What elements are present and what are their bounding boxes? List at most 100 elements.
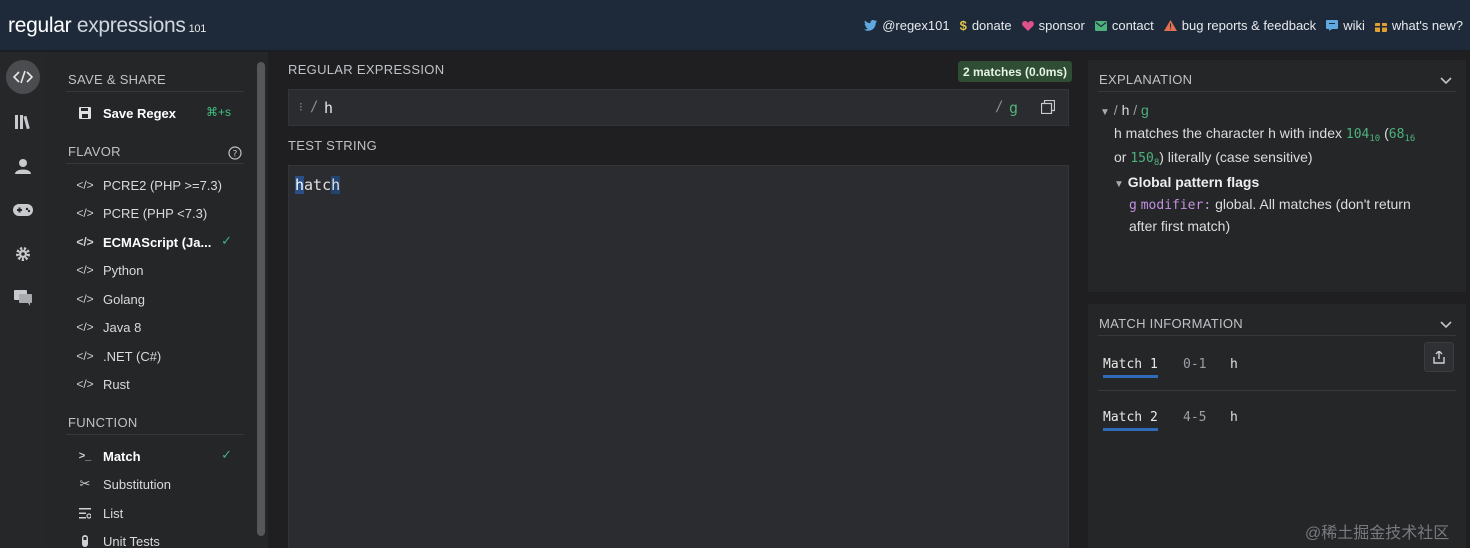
- function-match[interactable]: >_ Match: [76, 445, 141, 467]
- function-unit-tests[interactable]: Unit Tests: [76, 530, 160, 548]
- test-string-input[interactable]: hatch: [288, 165, 1069, 548]
- library-icon: [15, 115, 30, 130]
- nav-bug-reports[interactable]: bug reports & feedback: [1163, 18, 1317, 33]
- match-label: Match 1: [1103, 357, 1158, 378]
- function-list[interactable]: List: [76, 502, 123, 524]
- match-value: h: [1230, 357, 1238, 372]
- code-icon: </>: [76, 235, 94, 249]
- book-icon: [1326, 20, 1339, 31]
- nav-wiki[interactable]: wiki: [1326, 18, 1365, 33]
- flavor-label: .NET (C#): [103, 348, 162, 364]
- regex-value[interactable]: h: [324, 99, 333, 117]
- flavor-pcre2[interactable]: </> PCRE2 (PHP >=7.3): [76, 174, 222, 196]
- copy-icon[interactable]: [1040, 99, 1057, 116]
- flavor-java[interactable]: </> Java 8: [76, 316, 141, 338]
- left-panel-scrollbar[interactable]: [257, 62, 265, 536]
- index-base: 16: [1404, 134, 1416, 144]
- rail-chat-button[interactable]: [6, 281, 40, 315]
- nav-sponsor[interactable]: sponsor: [1021, 18, 1085, 33]
- svg-text:?: ?: [233, 150, 238, 160]
- gift-icon: [1374, 22, 1387, 32]
- rail-editor-button[interactable]: [6, 60, 40, 94]
- list-icon: [76, 507, 94, 519]
- flag-modifier: modifier:: [1140, 198, 1212, 213]
- pattern-delimiter: /: [1113, 102, 1118, 118]
- test-string-value[interactable]: hatch: [295, 176, 341, 194]
- rail-quiz-button[interactable]: [6, 193, 40, 227]
- flavor-rust[interactable]: </> Rust: [76, 373, 130, 395]
- explanation-text: or: [1114, 149, 1131, 165]
- divider: [1098, 91, 1456, 92]
- flask-icon: [76, 535, 94, 547]
- explanation-heading: EXPLANATION: [1099, 72, 1193, 87]
- triangle-down-icon: ▼: [1100, 107, 1110, 118]
- chevron-down-icon[interactable]: [1440, 316, 1452, 334]
- flavor-dotnet[interactable]: </> .NET (C#): [76, 345, 161, 367]
- rail-settings-button[interactable]: [6, 237, 40, 271]
- flavor-label: Python: [103, 262, 144, 278]
- function-substitution[interactable]: ✂ Substitution: [76, 473, 171, 495]
- flags-heading: Global pattern flags: [1127, 174, 1260, 190]
- match-label: Match 2: [1103, 410, 1158, 431]
- divider: [66, 91, 244, 92]
- logo-sub: expressions: [76, 14, 186, 37]
- flavor-python[interactable]: </> Python: [76, 259, 143, 281]
- rail-account-button[interactable]: [6, 149, 40, 183]
- regex-heading: REGULAR EXPRESSION: [288, 62, 445, 77]
- share-button[interactable]: [1424, 342, 1454, 372]
- flavor-label: ECMAScript (Ja...: [103, 234, 212, 250]
- flavor-ecmascript[interactable]: </> ECMAScript (Ja...: [76, 231, 211, 253]
- icon-rail: [0, 52, 46, 548]
- chat-icon: [14, 290, 32, 306]
- check-icon: ✓: [221, 447, 232, 462]
- flavor-label: Rust: [103, 376, 130, 392]
- watermark: @稀土掘金技术社区: [1305, 525, 1450, 542]
- nav-label: contact: [1111, 18, 1154, 33]
- code-icon: </>: [76, 263, 94, 277]
- flavor-label: Golang: [103, 291, 145, 307]
- flavor-golang[interactable]: </> Golang: [76, 288, 145, 310]
- nav-label: bug reports & feedback: [1181, 18, 1317, 33]
- nav-twitter[interactable]: @regex101: [864, 18, 950, 33]
- right-panel: EXPLANATION ▼ / h / g h matches the char…: [1084, 52, 1470, 548]
- regex-flags-button[interactable]: g: [1009, 99, 1018, 117]
- chevron-down-icon[interactable]: [1440, 72, 1452, 90]
- pattern-text: h: [1121, 102, 1130, 118]
- flavor-label: PCRE (PHP <7.3): [103, 205, 208, 221]
- match-range: 0-1: [1183, 357, 1207, 372]
- regex-input[interactable]: ⁝ / h / g: [288, 89, 1069, 126]
- dollar-icon: $: [959, 18, 967, 33]
- explanation-text: ) literally (case sensitive): [1159, 149, 1313, 165]
- code-icon: </>: [76, 206, 94, 220]
- top-nav: @regex101 $ donate sponsor contact bug r…: [864, 18, 1463, 33]
- flavor-pcre[interactable]: </> PCRE (PHP <7.3): [76, 202, 207, 224]
- explanation-line-1: h matches the character h with index 104…: [1114, 125, 1415, 144]
- explanation-card: EXPLANATION ▼ / h / g h matches the char…: [1088, 60, 1466, 292]
- function-heading: FUNCTION: [68, 415, 138, 430]
- nav-donate[interactable]: $ donate: [960, 18, 1012, 33]
- app-logo[interactable]: regular expressions 101: [8, 14, 206, 38]
- explanation-text: h matches the character h with index: [1114, 125, 1346, 141]
- gear-icon: [16, 247, 30, 261]
- flag-line-2: after first match): [1129, 218, 1230, 234]
- flavor-label: Java 8: [103, 319, 142, 335]
- save-shortcut: ⌘+s: [206, 105, 232, 119]
- nav-contact[interactable]: contact: [1094, 18, 1154, 33]
- index-hex: 68: [1388, 127, 1405, 142]
- nav-whats-new[interactable]: what's new?: [1374, 18, 1463, 33]
- explanation-pattern-row[interactable]: ▼ / h / g: [1100, 102, 1149, 118]
- terminal-icon: >_: [78, 450, 92, 462]
- match-count-badge: 2 matches (0.0ms): [958, 61, 1073, 82]
- code-icon: </>: [76, 178, 94, 192]
- function-label: Substitution: [103, 476, 171, 492]
- save-regex-button[interactable]: Save Regex: [76, 102, 176, 124]
- match-range: 4-5: [1183, 410, 1207, 425]
- rail-library-button[interactable]: [6, 105, 40, 139]
- top-bar: regular expressions 101 @regex101 $ donat…: [0, 0, 1470, 51]
- warning-icon: [1163, 20, 1177, 31]
- divider: [1098, 335, 1456, 336]
- gamepad-icon: [13, 204, 33, 216]
- flags-row[interactable]: ▼ Global pattern flags: [1114, 174, 1259, 190]
- function-label: Match: [103, 448, 141, 464]
- drag-handle-icon[interactable]: ⁝: [299, 100, 303, 114]
